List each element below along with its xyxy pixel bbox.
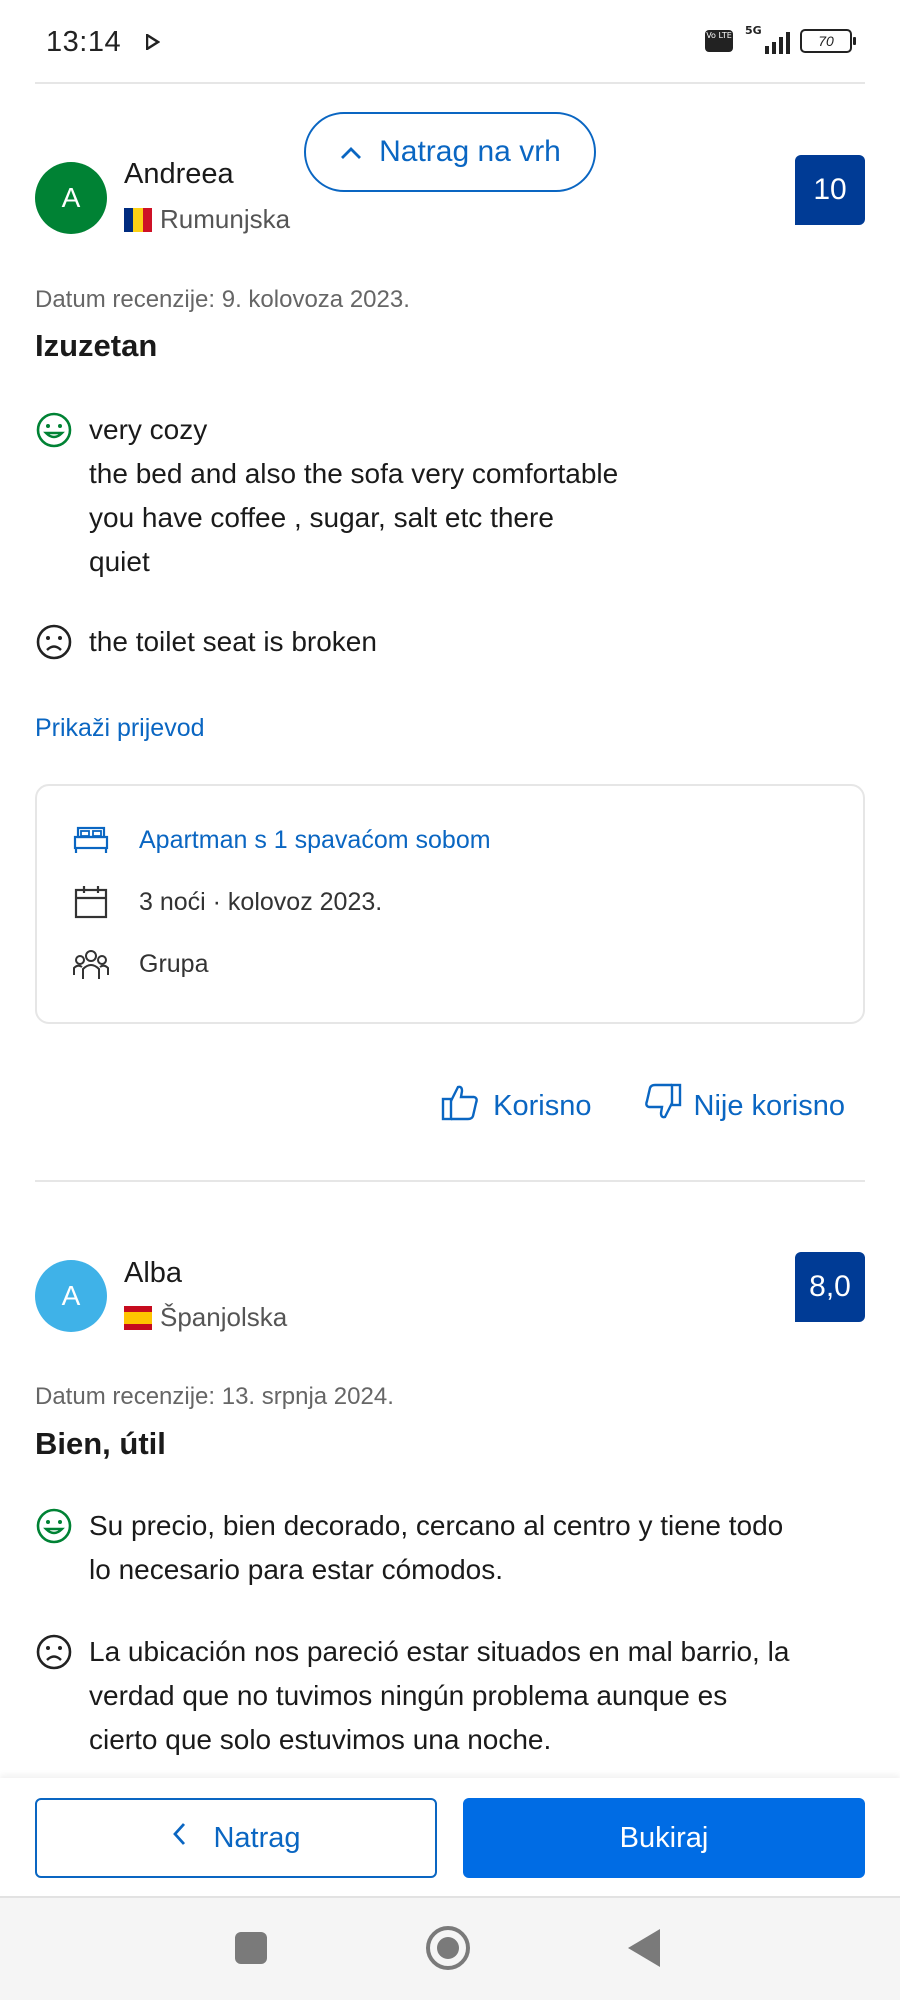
back-button[interactable]: Natrag <box>35 1798 437 1878</box>
thumbs-up-icon <box>441 1082 481 1130</box>
helpful-votes: Korisno Nije korisno <box>441 1082 845 1130</box>
signal-icon: 5G <box>743 24 790 54</box>
back-to-top-button[interactable]: Natrag na vrh <box>304 112 596 192</box>
show-translation-link[interactable]: Prikaži prijevod <box>35 714 205 743</box>
avatar: A <box>35 1260 107 1332</box>
review-date: Datum recenzije: 13. srpnja 2024. <box>35 1383 394 1410</box>
not-helpful-label: Nije korisno <box>693 1089 846 1122</box>
review-score-badge: 10 <box>795 155 865 225</box>
media-play-icon <box>145 32 161 55</box>
sad-face-icon <box>35 620 89 666</box>
review-date: Datum recenzije: 9. kolovoza 2023. <box>35 286 410 313</box>
review-positive: Su precio, bien decorado, cercano al cen… <box>35 1504 865 1592</box>
system-navigation-bar <box>0 1896 900 2000</box>
traveler-type-label: Grupa <box>139 949 209 978</box>
bed-icon <box>73 822 109 858</box>
battery-icon: 70 <box>800 29 856 53</box>
avatar: A <box>35 162 107 234</box>
recent-apps-icon[interactable] <box>235 1932 267 1964</box>
helpful-button[interactable]: Korisno <box>441 1082 592 1130</box>
action-bar: Natrag Bukiraj <box>0 1778 900 1896</box>
avatar-letter: A <box>61 1280 81 1311</box>
helpful-label: Korisno <box>493 1089 592 1122</box>
stay-details-card: Apartman s 1 spavaćom sobom 3 noći · kol… <box>35 784 865 1024</box>
romania-flag-icon <box>124 207 152 232</box>
status-bar: 13:14 Vo LTE 5G 70 <box>0 0 900 84</box>
back-triangle-icon[interactable] <box>628 1929 660 1967</box>
chevron-left-icon <box>171 1821 187 1855</box>
positive-text: Su precio, bien decorado, cercano al cen… <box>89 1510 784 1585</box>
country-label: Španjolska <box>160 1302 288 1332</box>
review-title: Izuzetan <box>35 328 158 363</box>
network-type: 5G <box>745 24 762 37</box>
book-button[interactable]: Bukiraj <box>463 1798 865 1878</box>
reviewer-name: Andreea <box>124 158 234 190</box>
back-button-label: Natrag <box>213 1821 301 1854</box>
stay-nights-label: 3 noći · kolovoz 2023. <box>139 887 383 916</box>
room-type-label: Apartman s 1 spavaćom sobom <box>139 825 491 854</box>
reviewer-country: Španjolska <box>124 1302 287 1333</box>
status-time: 13:14 <box>46 26 122 58</box>
divider <box>35 1180 865 1182</box>
home-icon[interactable] <box>426 1926 470 1970</box>
group-icon <box>73 946 109 982</box>
review-title: Bien, útil <box>35 1426 166 1461</box>
sad-face-icon <box>35 1630 89 1762</box>
stay-dates-row: 3 noći · kolovoz 2023. <box>73 884 382 920</box>
divider <box>35 82 865 84</box>
country-label: Rumunjska <box>160 204 291 234</box>
review-negative: the toilet seat is broken <box>35 620 865 666</box>
calendar-icon <box>73 884 109 920</box>
thumbs-down-icon <box>642 1082 682 1130</box>
review-positive: very cozy the bed and also the sofa very… <box>35 408 865 584</box>
status-indicators: Vo LTE 5G 70 <box>705 24 856 54</box>
traveler-type-row: Grupa <box>73 946 208 982</box>
room-type-row[interactable]: Apartman s 1 spavaćom sobom <box>73 822 491 858</box>
positive-text: very cozy the bed and also the sofa very… <box>89 414 619 577</box>
review-score-badge: 8,0 <box>795 1252 865 1322</box>
negative-text: La ubicación nos pareció estar situados … <box>89 1636 790 1755</box>
smiley-face-icon <box>35 408 89 584</box>
back-to-top-label: Natrag na vrh <box>379 135 561 168</box>
smiley-face-icon <box>35 1504 89 1592</box>
reviewer-country: Rumunjska <box>124 204 290 235</box>
negative-text: the toilet seat is broken <box>89 626 377 657</box>
avatar-letter: A <box>61 182 81 213</box>
review-negative: La ubicación nos pareció estar situados … <box>35 1630 865 1762</box>
volte-icon: Vo LTE <box>705 30 733 52</box>
chevron-up-icon <box>339 135 363 169</box>
reviewer-name: Alba <box>124 1257 183 1289</box>
spain-flag-icon <box>124 1305 152 1330</box>
book-button-label: Bukiraj <box>619 1821 709 1854</box>
not-helpful-button[interactable]: Nije korisno <box>642 1082 846 1130</box>
